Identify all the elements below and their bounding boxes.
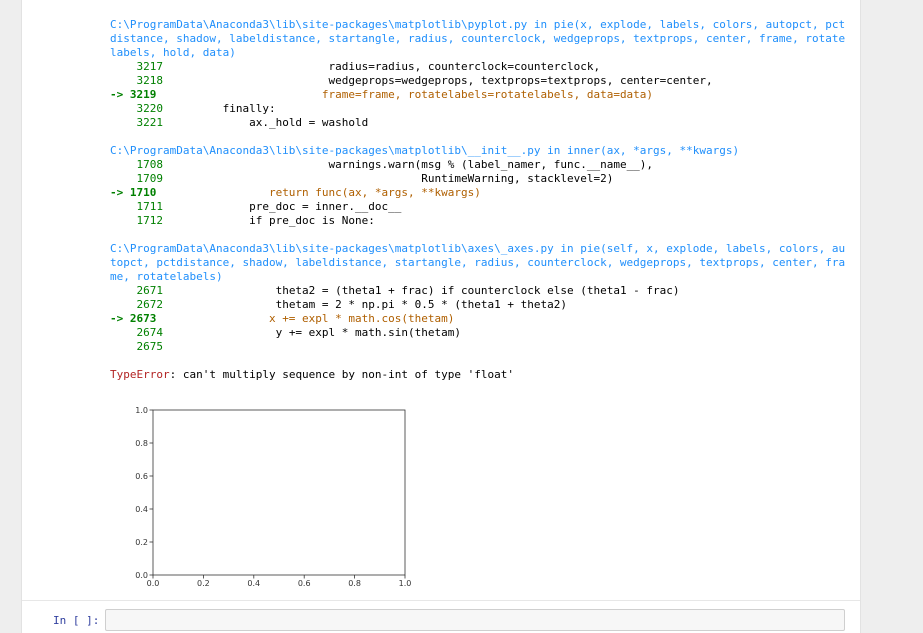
frame3-line: 2675 [110,340,163,353]
x-tick-label: 0.8 [348,579,361,588]
frame2-active-line: -> 1710 return func(ax, *args, **kwargs) [110,186,481,199]
frame2-line: 1711 pre_doc = inner.__doc__ [110,200,402,213]
frame3-line: 2672 thetam = 2 * np.pi * 0.5 * (theta1 … [110,298,567,311]
frame3-active-line: -> 2673 x += expl * math.cos(thetam) [110,312,455,325]
code-input[interactable] [105,609,845,631]
output-area: C:\ProgramData\Anaconda3\lib\site-packag… [22,0,860,601]
frame2-line: 1712 if pre_doc is None: [110,214,375,227]
input-prompt: In [ ]: [53,614,100,627]
frame3-header: C:\ProgramData\Anaconda3\lib\site-packag… [110,242,846,283]
y-tick-label: 0.2 [135,538,148,547]
plot-frame [152,409,406,576]
error-message: : can't multiply sequence by non-int of … [169,368,514,381]
frame1-line: 3217 radius=radius, counterclock=counter… [110,60,601,73]
y-tick-label: 0.0 [135,571,148,580]
frame1-line: 3220 finally: [110,102,276,115]
frame1-line: 3221 ax._hold = washold [110,116,369,129]
traceback: C:\ProgramData\Anaconda3\lib\site-packag… [110,18,850,382]
frame2-line: 1709 RuntimeWarning, stacklevel=2) [110,172,614,185]
notebook-container: C:\ProgramData\Anaconda3\lib\site-packag… [21,0,861,633]
y-tick-label: 0.8 [135,439,148,448]
x-tick-label: 0.0 [147,579,160,588]
frame3-line: 2674 y += expl * math.sin(thetam) [110,326,461,339]
frame1-line: 3218 wedgeprops=wedgeprops, textprops=te… [110,74,713,87]
x-axis-ticks: 0.0 0.2 0.4 0.6 0.8 1.0 [147,575,412,588]
x-tick-label: 0.6 [298,579,311,588]
frame3-line: 2671 theta2 = (theta1 + frac) if counter… [110,284,680,297]
y-tick-label: 0.4 [135,505,148,514]
frame2-line: 1708 warnings.warn(msg % (label_namer, f… [110,158,654,171]
frame1-active-line: -> 3219 frame=frame, rotatelabels=rotate… [110,88,654,101]
y-tick-label: 0.6 [135,472,148,481]
x-tick-label: 0.2 [197,579,210,588]
frame1-header: C:\ProgramData\Anaconda3\lib\site-packag… [110,18,846,59]
x-tick-label: 1.0 [399,579,412,588]
input-cell: In [ ]: [22,606,860,633]
y-tick-label: 1.0 [135,406,148,415]
error-line: TypeError: can't multiply sequence by no… [110,368,850,382]
y-axis-ticks: 0.0 0.2 0.4 0.6 0.8 1.0 [135,406,153,580]
error-name: TypeError [110,368,170,381]
x-tick-label: 0.4 [247,579,260,588]
frame2-header: C:\ProgramData\Anaconda3\lib\site-packag… [110,144,740,157]
empty-axes-chart: 0.0 0.2 0.4 0.6 0.8 1.0 0.0 0.2 0.4 0.6 0.8 1.0 [135,406,412,588]
